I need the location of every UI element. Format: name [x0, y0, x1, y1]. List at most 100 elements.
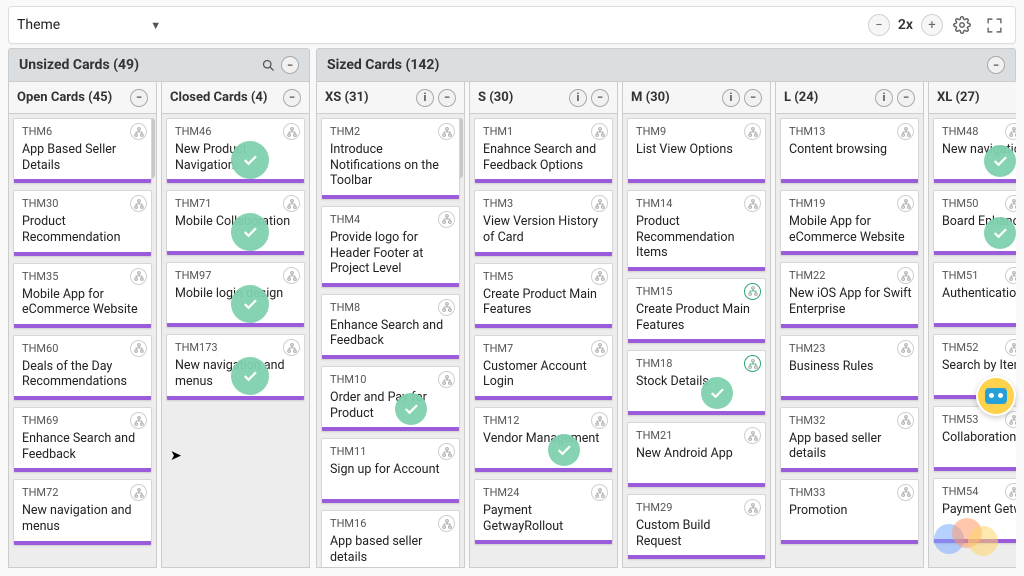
info-icon[interactable]: i	[416, 89, 434, 107]
card-title: Business Rules	[789, 359, 912, 375]
card[interactable]: THM69Enhance Search and Feedback	[13, 407, 152, 473]
card-id: THM4	[330, 213, 453, 226]
card[interactable]: THM16App based seller details	[321, 510, 460, 567]
hierarchy-icon[interactable]	[591, 268, 608, 285]
card[interactable]: THM22New iOS App for Swift Enterprise	[780, 262, 919, 328]
card-stripe	[934, 467, 1016, 471]
card[interactable]: THM15Create Product Main Features	[627, 278, 766, 344]
card[interactable]: THM97Mobile login design	[166, 262, 305, 328]
hierarchy-icon[interactable]	[283, 123, 300, 140]
card-id: THM8	[330, 301, 453, 314]
collapse-icon[interactable]: −	[438, 89, 456, 107]
column-header-label: M (30)	[631, 90, 670, 105]
card[interactable]: THM35Mobile App for eCommerce Website	[13, 263, 152, 329]
hierarchy-icon[interactable]	[591, 412, 608, 429]
hierarchy-icon[interactable]	[1005, 123, 1016, 140]
hierarchy-icon[interactable]	[438, 123, 455, 140]
card[interactable]: THM32App based seller details	[780, 407, 919, 473]
hierarchy-icon[interactable]	[897, 340, 914, 357]
card[interactable]: THM72New navigation and menus	[13, 479, 152, 545]
hierarchy-icon[interactable]	[130, 340, 147, 357]
card[interactable]: THM18Stock Details	[627, 350, 766, 416]
card[interactable]: THM19Mobile App for eCommerce Website	[780, 190, 919, 256]
hierarchy-icon[interactable]	[130, 412, 147, 429]
card[interactable]: THM24Payment GetwayRollout	[474, 479, 613, 545]
card-title: New Android App	[636, 446, 759, 462]
hierarchy-icon[interactable]	[897, 195, 914, 212]
hierarchy-icon[interactable]	[897, 484, 914, 501]
card[interactable]: THM50Board Enhancements	[933, 190, 1016, 256]
hierarchy-icon[interactable]	[1005, 411, 1016, 428]
hierarchy-icon[interactable]	[130, 123, 147, 140]
card-stripe	[322, 499, 459, 503]
card[interactable]: THM33Promotion	[780, 479, 919, 545]
card-title: Order and Pay for Product	[330, 390, 453, 421]
hierarchy-icon[interactable]	[591, 484, 608, 501]
hierarchy-icon[interactable]	[591, 123, 608, 140]
card[interactable]: THM9List View Options	[627, 118, 766, 184]
expand-icon[interactable]	[981, 12, 1007, 38]
collapse-icon[interactable]: −	[591, 89, 609, 107]
hierarchy-icon[interactable]	[744, 355, 761, 372]
zoom-in-button[interactable]: +	[921, 14, 943, 36]
hierarchy-icon[interactable]	[438, 371, 455, 388]
card-id: THM32	[789, 414, 912, 427]
hierarchy-icon[interactable]	[744, 499, 761, 516]
card-id: THM18	[636, 357, 759, 370]
card[interactable]: THM71Mobile Collaboration	[166, 190, 305, 256]
hierarchy-icon[interactable]	[744, 123, 761, 140]
card[interactable]: THM4Provide logo for Header Footer at Pr…	[321, 206, 460, 288]
card[interactable]: THM51Authentication Software	[933, 262, 1016, 328]
collapse-icon[interactable]: −	[283, 89, 301, 107]
card[interactable]: THM3View Version History of Card	[474, 190, 613, 256]
chatbot-button[interactable]	[976, 376, 1016, 416]
hierarchy-icon[interactable]	[744, 195, 761, 212]
card[interactable]: THM11Sign up for Account	[321, 438, 460, 504]
card[interactable]: THM6App Based Seller Details	[13, 118, 152, 184]
collapse-icon[interactable]: −	[281, 56, 299, 74]
hierarchy-icon[interactable]	[744, 283, 761, 300]
hierarchy-icon[interactable]	[1005, 339, 1016, 356]
hierarchy-icon[interactable]	[1005, 195, 1016, 212]
card[interactable]: THM8Enhance Search and Feedback	[321, 294, 460, 360]
info-icon[interactable]: i	[569, 89, 587, 107]
card[interactable]: THM46New Product Navigation	[166, 118, 305, 184]
hierarchy-icon[interactable]	[130, 268, 147, 285]
card[interactable]: THM23Business Rules	[780, 335, 919, 401]
card-title: Authentication Software	[942, 286, 1016, 302]
collapse-icon[interactable]: −	[130, 89, 148, 107]
card[interactable]: THM12Vendor Management	[474, 407, 613, 473]
collapse-icon[interactable]: −	[987, 56, 1005, 74]
info-icon[interactable]: i	[722, 89, 740, 107]
card[interactable]: THM173New navigation and menus	[166, 334, 305, 400]
info-icon[interactable]: i	[875, 89, 893, 107]
collapse-icon[interactable]: −	[744, 89, 762, 107]
collapse-icon[interactable]: −	[897, 89, 915, 107]
card[interactable]: THM14Product Recommendation Items	[627, 190, 766, 272]
card[interactable]: THM21New Android App	[627, 422, 766, 488]
card[interactable]: THM1Enahnce Search and Feedback Options	[474, 118, 613, 184]
hierarchy-icon[interactable]	[897, 123, 914, 140]
card[interactable]: THM48New navigation and menus	[933, 118, 1016, 184]
hierarchy-icon[interactable]	[1005, 267, 1016, 284]
hierarchy-icon[interactable]	[438, 211, 455, 228]
column-header-label: L (24)	[784, 90, 818, 105]
card[interactable]: THM10Order and Pay for Product	[321, 366, 460, 432]
card[interactable]: THM2Introduce Notifications on the Toolb…	[321, 118, 460, 200]
zoom-out-button[interactable]: −	[868, 14, 890, 36]
card[interactable]: THM29Custom Build Request	[627, 494, 766, 560]
hierarchy-icon[interactable]	[897, 412, 914, 429]
card[interactable]: THM5Create Product Main Features	[474, 263, 613, 329]
hierarchy-icon[interactable]	[591, 340, 608, 357]
gear-icon[interactable]	[949, 12, 975, 38]
card[interactable]: THM60Deals of the Day Recommendations	[13, 335, 152, 401]
hierarchy-icon[interactable]	[438, 299, 455, 316]
hierarchy-icon[interactable]	[1005, 483, 1016, 500]
card[interactable]: THM53Collaboration	[933, 406, 1016, 472]
card[interactable]: THM7Customer Account Login	[474, 335, 613, 401]
theme-selector[interactable]: Theme ▼	[17, 17, 161, 33]
hierarchy-icon[interactable]	[744, 427, 761, 444]
search-icon[interactable]	[259, 56, 277, 74]
card[interactable]: THM13Content browsing	[780, 118, 919, 184]
card[interactable]: THM30Product Recommendation	[13, 190, 152, 256]
